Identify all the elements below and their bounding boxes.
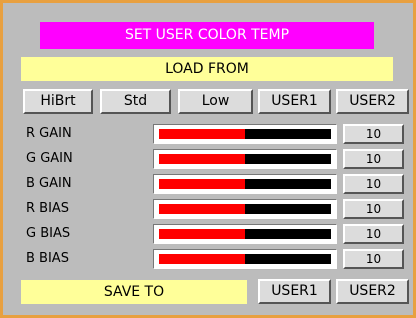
b-bias-value[interactable]: 10 [343,249,404,269]
color-temp-panel: SET USER COLOR TEMP LOAD FROM HiBrt Std … [0,0,416,318]
r-gain-slider[interactable] [153,124,337,144]
g-bias-fill [159,229,245,239]
g-bias-label: G BIAS [26,226,71,241]
b-bias-slider[interactable] [153,249,337,269]
b-gain-fill [159,179,245,189]
r-gain-value[interactable]: 10 [343,124,404,144]
r-gain-fill [159,129,245,139]
r-bias-value[interactable]: 10 [343,199,404,219]
b-gain-label: B GAIN [26,176,72,191]
b-gain-slider[interactable] [153,174,337,194]
r-bias-label: R BIAS [26,201,70,216]
b-gain-value[interactable]: 10 [343,174,404,194]
adjustment-list: R GAIN 10 G GAIN 10 B GAIN 10 R BIAS 10 … [3,3,413,315]
save-to-label: SAVE TO [21,280,247,304]
r-gain-label: R GAIN [26,126,72,141]
save-user2-button[interactable]: USER2 [336,279,409,304]
g-gain-fill [159,154,245,164]
r-bias-slider[interactable] [153,199,337,219]
save-user1-button[interactable]: USER1 [258,279,331,304]
g-bias-slider[interactable] [153,224,337,244]
b-bias-fill [159,254,245,264]
g-gain-slider[interactable] [153,149,337,169]
g-gain-label: G GAIN [26,151,73,166]
g-gain-value[interactable]: 10 [343,149,404,169]
b-bias-label: B BIAS [26,251,69,266]
r-bias-fill [159,204,245,214]
g-bias-value[interactable]: 10 [343,224,404,244]
